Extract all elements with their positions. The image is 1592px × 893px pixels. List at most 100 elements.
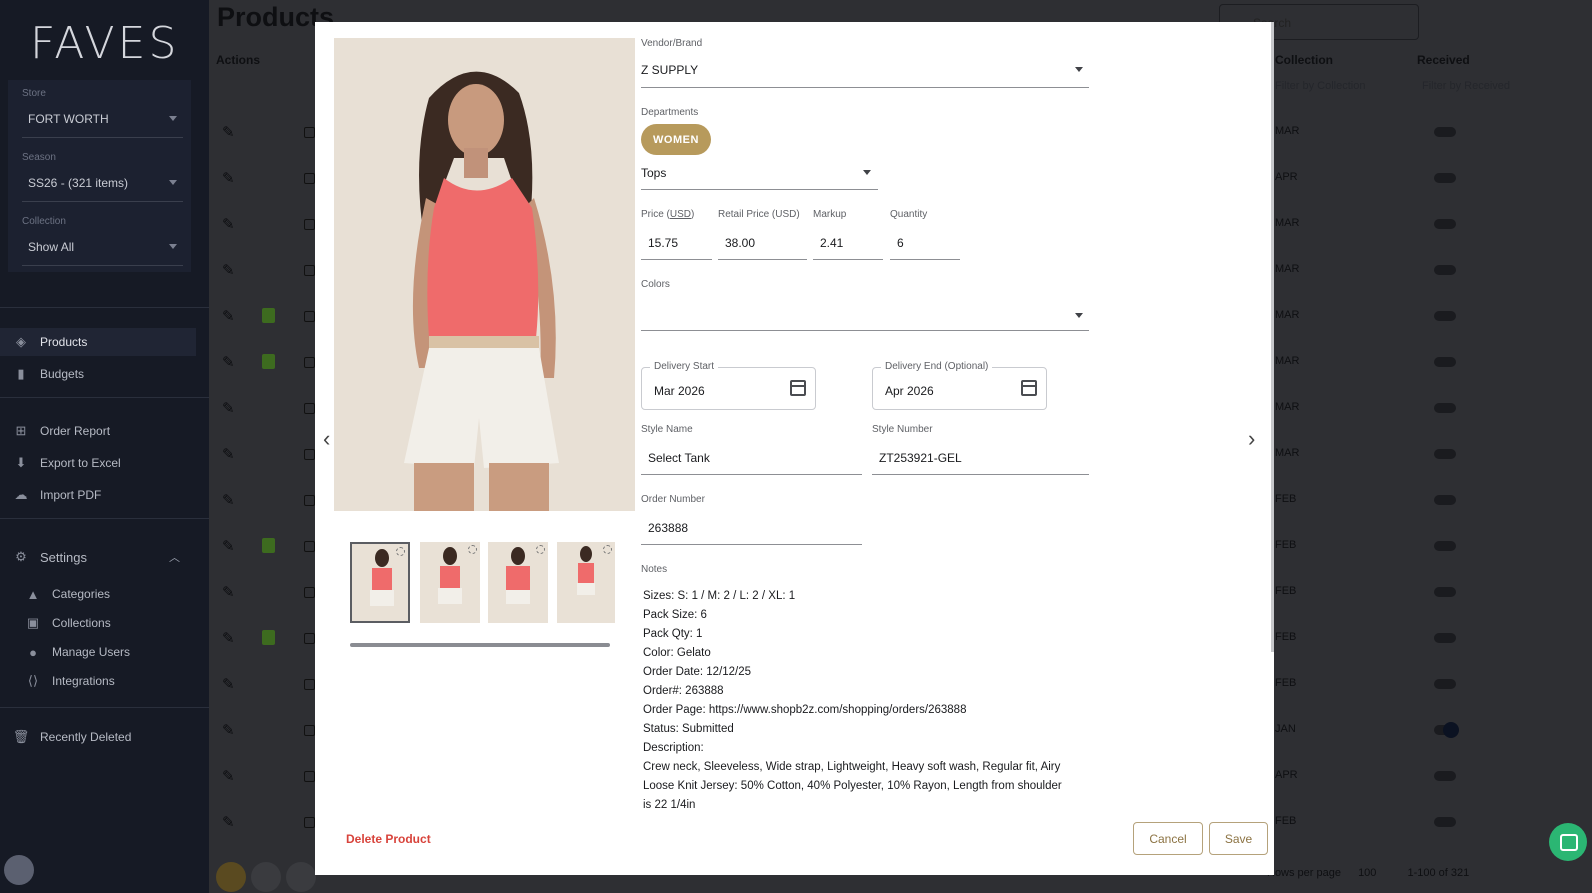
- check-button[interactable]: [286, 862, 316, 892]
- received-toggle[interactable]: [1434, 722, 1459, 738]
- select-thumbnail-icon[interactable]: [603, 545, 612, 554]
- add-button[interactable]: [216, 862, 246, 892]
- rows-per-page-select[interactable]: 100: [1358, 867, 1376, 879]
- edit-pencil-icon[interactable]: ✎: [222, 675, 238, 693]
- chevron-down-icon[interactable]: [1075, 313, 1083, 318]
- select-thumbnail-icon[interactable]: [468, 545, 477, 554]
- calendar-icon[interactable]: [1021, 380, 1037, 396]
- collection-select[interactable]: Collection Show All: [8, 208, 191, 272]
- chat-launcher-button[interactable]: [1549, 823, 1587, 861]
- received-toggle[interactable]: [1434, 633, 1456, 643]
- row-checkbox[interactable]: [304, 725, 315, 736]
- next-product-arrow-icon[interactable]: ›: [1248, 426, 1255, 452]
- row-checkbox[interactable]: [304, 587, 315, 598]
- chevron-down-icon[interactable]: [863, 170, 871, 175]
- received-toggle[interactable]: [1434, 265, 1456, 275]
- row-checkbox[interactable]: [304, 357, 315, 368]
- save-button[interactable]: Save: [1209, 822, 1268, 855]
- received-toggle[interactable]: [1434, 219, 1456, 229]
- received-toggle[interactable]: [1434, 541, 1456, 551]
- nav-recently-deleted[interactable]: 🗑 Recently Deleted: [0, 723, 196, 751]
- price-input[interactable]: 15.75: [648, 236, 678, 250]
- nav-collections[interactable]: ▣ Collections: [0, 609, 196, 637]
- thumbnail-scrollbar[interactable]: [350, 643, 610, 647]
- retail-price-input[interactable]: 38.00: [725, 236, 755, 250]
- thumbnail-2[interactable]: [420, 542, 480, 623]
- row-checkbox[interactable]: [304, 771, 315, 782]
- received-toggle[interactable]: [1434, 403, 1456, 413]
- row-checkbox[interactable]: [304, 265, 315, 276]
- row-checkbox[interactable]: [304, 219, 315, 230]
- calendar-icon[interactable]: [790, 380, 806, 396]
- modal-scrollbar[interactable]: [1271, 22, 1274, 652]
- delete-product-button[interactable]: Delete Product: [346, 832, 431, 846]
- cancel-button[interactable]: Cancel: [1133, 822, 1203, 855]
- edit-pencil-icon[interactable]: ✎: [222, 491, 238, 509]
- edit-pencil-icon[interactable]: ✎: [222, 813, 238, 831]
- department-chip-women[interactable]: WOMEN: [641, 124, 711, 155]
- row-checkbox[interactable]: [304, 173, 315, 184]
- received-toggle[interactable]: [1434, 679, 1456, 689]
- nav-products[interactable]: ◈ Products: [0, 328, 196, 356]
- row-checkbox[interactable]: [304, 311, 315, 322]
- row-checkbox[interactable]: [304, 495, 315, 506]
- nav-order-report[interactable]: ⊞ Order Report: [0, 417, 196, 445]
- received-toggle[interactable]: [1434, 357, 1456, 367]
- edit-pencil-icon[interactable]: ✎: [222, 629, 238, 647]
- nav-export-excel[interactable]: ⬇ Export to Excel: [0, 449, 196, 477]
- edit-pencil-icon[interactable]: ✎: [222, 123, 238, 141]
- row-checkbox[interactable]: [304, 541, 315, 552]
- collection-column-header[interactable]: Collection: [1275, 53, 1333, 67]
- edit-pencil-icon[interactable]: ✎: [222, 169, 238, 187]
- filter-collection-input[interactable]: Filter by Collection: [1275, 80, 1365, 92]
- select-thumbnail-icon[interactable]: [536, 545, 545, 554]
- nav-import-pdf[interactable]: ☁ Import PDF: [0, 481, 196, 509]
- edit-pencil-icon[interactable]: ✎: [222, 583, 238, 601]
- received-toggle[interactable]: [1434, 311, 1456, 321]
- edit-pencil-icon[interactable]: ✎: [222, 445, 238, 463]
- edit-pencil-icon[interactable]: ✎: [222, 767, 238, 785]
- received-toggle[interactable]: [1434, 771, 1456, 781]
- filter-received-input[interactable]: Filter by Received: [1422, 80, 1510, 92]
- row-checkbox[interactable]: [304, 127, 315, 138]
- edit-pencil-icon[interactable]: ✎: [222, 353, 238, 371]
- folder-button[interactable]: [251, 862, 281, 892]
- received-toggle[interactable]: [1434, 127, 1456, 137]
- vendor-select[interactable]: Z SUPPLY: [641, 63, 698, 77]
- select-thumbnail-icon[interactable]: [396, 547, 405, 556]
- thumbnail-1[interactable]: [350, 542, 410, 623]
- notes-textarea[interactable]: Sizes: S: 1 / M: 2 / L: 2 / XL: 1 Pack S…: [643, 587, 1083, 815]
- received-toggle[interactable]: [1434, 173, 1456, 183]
- row-checkbox[interactable]: [304, 817, 315, 828]
- row-checkbox[interactable]: [304, 633, 315, 644]
- edit-pencil-icon[interactable]: ✎: [222, 537, 238, 555]
- thumbnail-3[interactable]: [488, 542, 548, 623]
- nav-manage-users[interactable]: ● Manage Users: [0, 638, 196, 666]
- edit-pencil-icon[interactable]: ✎: [222, 399, 238, 417]
- row-checkbox[interactable]: [304, 403, 315, 414]
- delivery-start-field[interactable]: Delivery Start Mar 2026: [641, 361, 816, 410]
- order-number-input[interactable]: 263888: [648, 521, 688, 535]
- markup-input[interactable]: 2.41: [820, 236, 843, 250]
- style-number-input[interactable]: ZT253921-GEL: [879, 451, 962, 465]
- row-checkbox[interactable]: [304, 449, 315, 460]
- category-select[interactable]: Tops: [641, 166, 666, 180]
- store-select[interactable]: Store FORT WORTH: [8, 80, 191, 144]
- nav-settings[interactable]: ⚙ Settings ︿: [0, 543, 196, 571]
- received-toggle[interactable]: [1434, 587, 1456, 597]
- received-toggle[interactable]: [1434, 449, 1456, 459]
- season-select[interactable]: Season SS26 - (321 items): [8, 144, 191, 208]
- nav-budgets[interactable]: ▮ Budgets: [0, 360, 196, 388]
- thumbnail-4[interactable]: [557, 542, 615, 623]
- received-column-header[interactable]: Received: [1417, 53, 1470, 67]
- previous-product-arrow-icon[interactable]: ‹: [323, 426, 330, 452]
- received-toggle[interactable]: [1434, 817, 1456, 827]
- edit-pencil-icon[interactable]: ✎: [222, 261, 238, 279]
- avatar[interactable]: [4, 855, 34, 885]
- chevron-down-icon[interactable]: [1075, 67, 1083, 72]
- row-checkbox[interactable]: [304, 679, 315, 690]
- received-toggle[interactable]: [1434, 495, 1456, 505]
- edit-pencil-icon[interactable]: ✎: [222, 307, 238, 325]
- edit-pencil-icon[interactable]: ✎: [222, 215, 238, 233]
- delivery-end-field[interactable]: Delivery End (Optional) Apr 2026: [872, 361, 1047, 410]
